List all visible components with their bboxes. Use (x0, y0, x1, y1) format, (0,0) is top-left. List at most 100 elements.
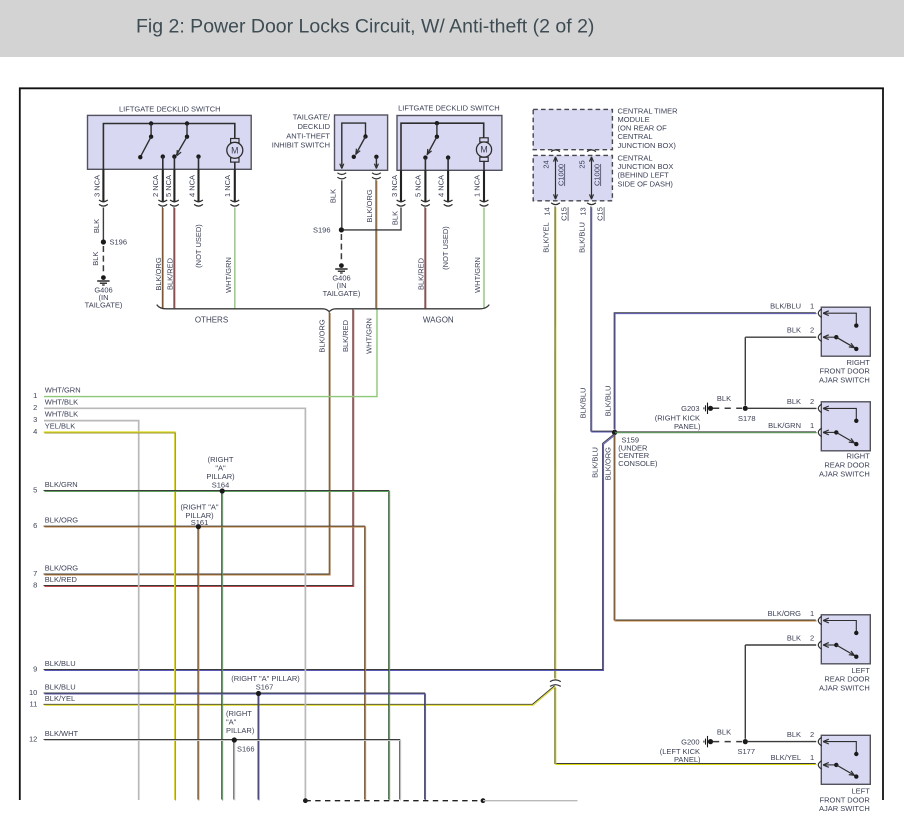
svg-text:WHT/GRN: WHT/GRN (224, 257, 233, 293)
svg-text:BLK/ORG: BLK/ORG (45, 516, 79, 525)
svg-text:BLK: BLK (92, 219, 101, 233)
svg-text:BLK/YEL: BLK/YEL (542, 222, 551, 252)
svg-text:BLK/BLU: BLK/BLU (590, 447, 599, 478)
svg-text:BLK/ORG: BLK/ORG (768, 609, 802, 618)
svg-text:BLK/ORG: BLK/ORG (604, 447, 613, 481)
svg-text:BLK: BLK (787, 326, 801, 335)
svg-text:S196: S196 (110, 238, 128, 247)
svg-text:RIGHT: RIGHT (846, 452, 870, 461)
svg-text:BLK/GRN: BLK/GRN (768, 421, 801, 430)
svg-text:8: 8 (33, 581, 37, 590)
svg-text:REAR DOOR: REAR DOOR (824, 675, 870, 684)
svg-text:AJAR SWITCH: AJAR SWITCH (819, 684, 870, 693)
svg-text:BLK/BLU: BLK/BLU (579, 388, 588, 419)
svg-text:BLK: BLK (391, 211, 400, 225)
svg-text:2: 2 (810, 633, 814, 642)
svg-text:JUNCTION BOX: JUNCTION BOX (618, 162, 674, 171)
svg-text:5 NCA: 5 NCA (414, 175, 423, 197)
svg-text:1: 1 (810, 609, 814, 618)
svg-text:CONSOLE): CONSOLE) (618, 459, 658, 468)
svg-text:BLK/ORG: BLK/ORG (365, 189, 374, 223)
svg-text:DECKLID: DECKLID (297, 122, 330, 131)
svg-text:13: 13 (579, 207, 588, 215)
svg-text:BLK: BLK (787, 633, 801, 642)
svg-text:TAILGATE): TAILGATE) (323, 289, 361, 298)
svg-text:BLK/YEL: BLK/YEL (45, 694, 75, 703)
svg-text:1: 1 (33, 391, 37, 400)
svg-text:BLK/ORG: BLK/ORG (154, 257, 163, 291)
svg-text:3 NCA: 3 NCA (390, 175, 399, 197)
svg-text:BLK/RED: BLK/RED (416, 257, 425, 290)
svg-text:BLK: BLK (787, 730, 801, 739)
svg-text:BLK: BLK (717, 727, 731, 736)
svg-text:24: 24 (542, 160, 551, 168)
svg-text:2: 2 (810, 397, 814, 406)
svg-text:BLK/BLU: BLK/BLU (603, 386, 612, 417)
svg-text:C15: C15 (596, 207, 605, 221)
svg-text:4 NCA: 4 NCA (187, 175, 196, 197)
svg-text:3: 3 (33, 415, 37, 424)
svg-text:FRONT DOOR: FRONT DOOR (820, 795, 871, 804)
svg-text:3 NCA: 3 NCA (93, 175, 102, 197)
svg-text:C15: C15 (560, 207, 569, 221)
svg-text:TAILGATE/: TAILGATE/ (293, 113, 331, 122)
svg-text:LEFT: LEFT (851, 787, 870, 796)
svg-text:BLK: BLK (787, 397, 801, 406)
svg-text:LIFTGATE DECKLID SWITCH: LIFTGATE DECKLID SWITCH (398, 104, 500, 113)
svg-text:1 NCA: 1 NCA (223, 175, 232, 197)
svg-text:BLK/BLU: BLK/BLU (45, 659, 76, 668)
svg-text:M: M (480, 145, 487, 155)
svg-text:BLK/RED: BLK/RED (166, 257, 175, 290)
svg-text:10: 10 (29, 688, 37, 697)
svg-text:PANEL): PANEL) (674, 422, 701, 431)
svg-text:AJAR SWITCH: AJAR SWITCH (819, 469, 870, 478)
svg-text:2: 2 (810, 326, 814, 335)
svg-text:BLK/WHT: BLK/WHT (45, 729, 79, 738)
svg-text:PANEL): PANEL) (674, 755, 701, 764)
svg-text:BLK: BLK (91, 252, 100, 266)
svg-text:C1000: C1000 (592, 164, 601, 186)
svg-text:G203: G203 (681, 404, 699, 413)
svg-text:1: 1 (810, 753, 814, 762)
svg-text:S178: S178 (738, 414, 756, 423)
svg-text:FRONT DOOR: FRONT DOOR (820, 367, 871, 376)
svg-text:C1000: C1000 (556, 164, 565, 186)
svg-text:S177: S177 (738, 747, 756, 756)
svg-text:YEL/BLK: YEL/BLK (45, 422, 75, 431)
svg-text:(NOT USED): (NOT USED) (441, 226, 450, 270)
svg-text:5 NCA: 5 NCA (164, 175, 173, 197)
svg-text:BLK/RED: BLK/RED (341, 319, 350, 352)
svg-text:SIDE OF DASH): SIDE OF DASH) (618, 179, 674, 188)
svg-text:BLK/BLU: BLK/BLU (770, 302, 801, 311)
svg-text:LEFT: LEFT (851, 666, 870, 675)
svg-text:M: M (231, 145, 238, 155)
svg-text:S167: S167 (256, 682, 274, 691)
svg-text:BLK/RED: BLK/RED (45, 575, 78, 584)
svg-text:2: 2 (810, 730, 814, 739)
svg-text:S161: S161 (191, 518, 209, 527)
svg-text:BLK/ORG: BLK/ORG (45, 564, 79, 573)
svg-text:4: 4 (33, 427, 37, 436)
svg-text:S196: S196 (313, 225, 331, 234)
svg-text:6: 6 (33, 521, 37, 530)
svg-text:S164: S164 (212, 480, 230, 489)
svg-text:5: 5 (33, 486, 37, 495)
svg-text:RIGHT: RIGHT (846, 358, 870, 367)
svg-text:12: 12 (29, 735, 37, 744)
svg-text:Fig 2: Power Door Locks Circui: Fig 2: Power Door Locks Circuit, W/ Anti… (136, 16, 594, 38)
svg-text:BLK/ORG: BLK/ORG (318, 319, 327, 353)
svg-text:7: 7 (33, 569, 37, 578)
svg-text:WHT/BLK: WHT/BLK (45, 410, 78, 419)
svg-text:BLK/BLU: BLK/BLU (578, 222, 587, 253)
svg-text:INHIBIT SWITCH: INHIBIT SWITCH (272, 141, 330, 150)
svg-text:TAILGATE): TAILGATE) (85, 301, 123, 310)
svg-text:WHT/GRN: WHT/GRN (365, 318, 374, 354)
svg-text:WAGON: WAGON (423, 315, 454, 324)
svg-text:BLK/GRN: BLK/GRN (45, 480, 78, 489)
svg-text:AJAR SWITCH: AJAR SWITCH (819, 804, 870, 813)
svg-text:(BEHIND LEFT: (BEHIND LEFT (618, 171, 670, 180)
svg-text:OTHERS: OTHERS (195, 315, 228, 324)
svg-text:PILLAR): PILLAR) (226, 726, 255, 735)
svg-text:11: 11 (30, 699, 38, 708)
svg-text:LIFTGATE DECKLID SWITCH: LIFTGATE DECKLID SWITCH (119, 104, 221, 113)
